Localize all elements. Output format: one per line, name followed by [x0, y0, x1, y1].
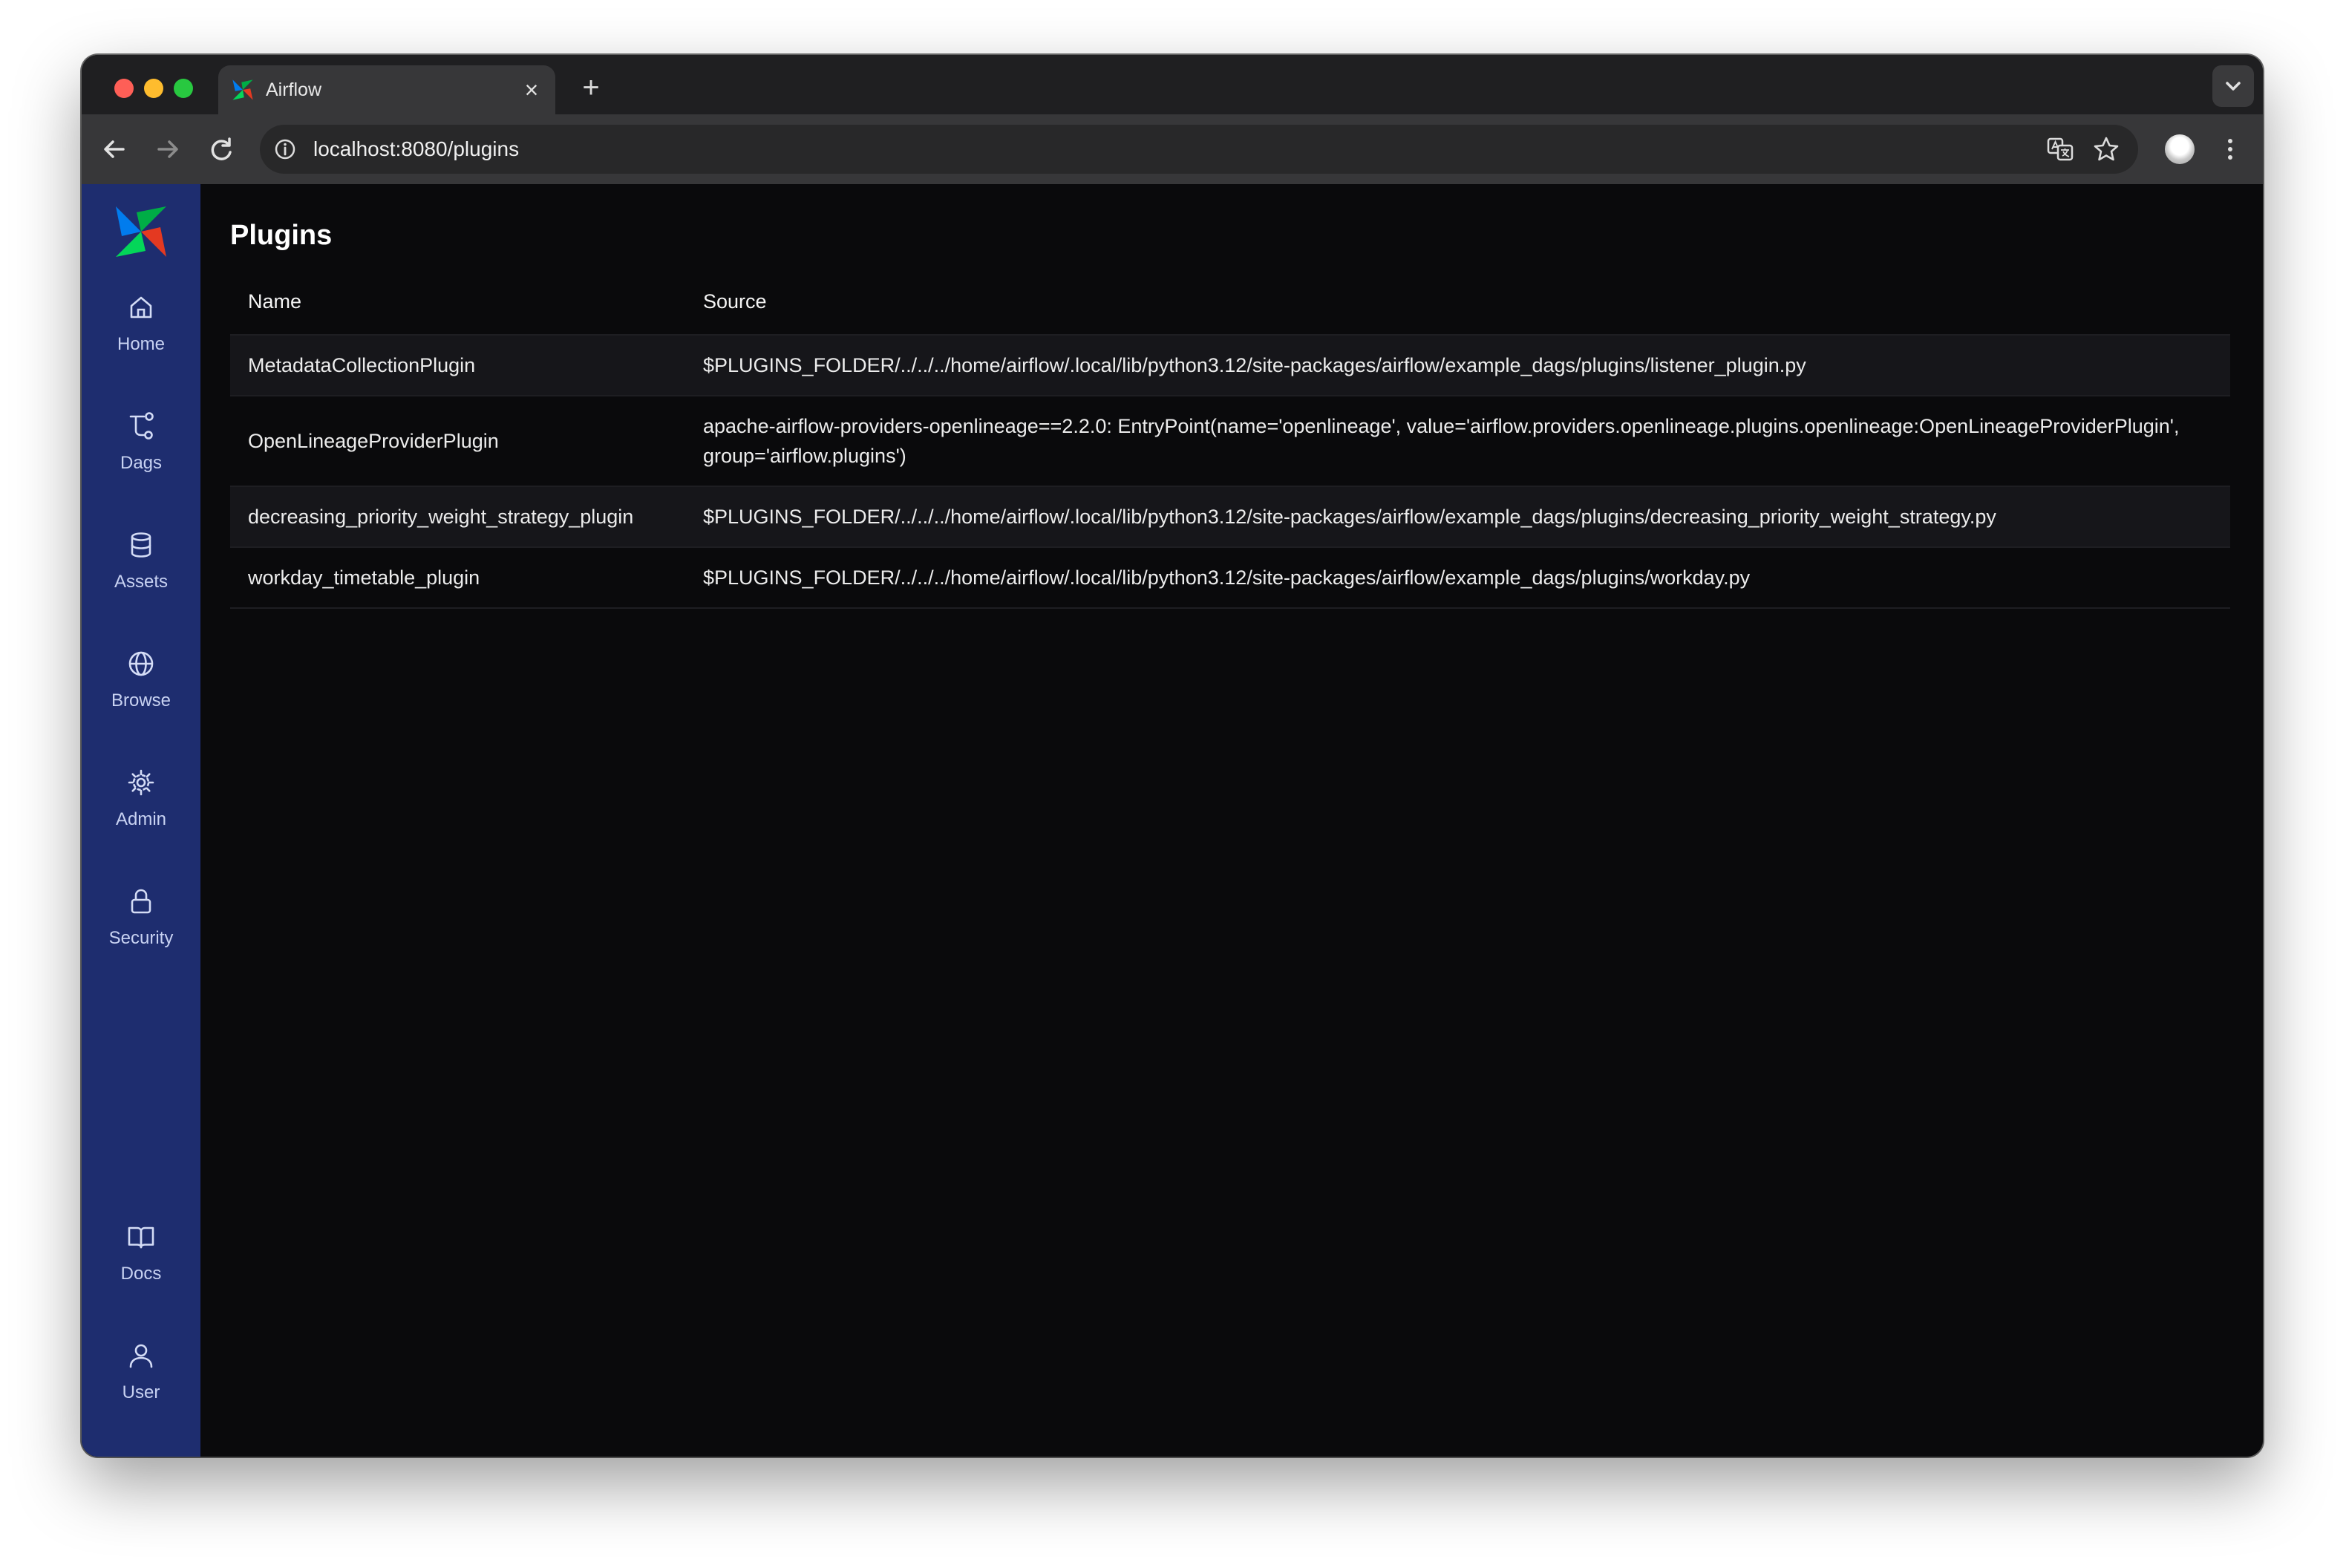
plugin-name-cell: decreasing_priority_weight_strategy_plug…	[230, 486, 685, 548]
tab-search-button[interactable]	[2212, 65, 2254, 107]
table-row: OpenLineageProviderPlugin apache-airflow…	[230, 396, 2230, 487]
sidebar-item-admin[interactable]: Admin	[82, 768, 200, 857]
reload-icon[interactable]	[203, 131, 239, 167]
bookmark-star-icon[interactable]	[2092, 135, 2120, 163]
sidebar-item-label: Dags	[120, 453, 163, 473]
plugin-source-cell: $PLUGINS_FOLDER/../../../home/airflow/.l…	[685, 335, 2230, 396]
back-arrow-icon[interactable]	[97, 131, 132, 167]
table-header-row: Name Source	[230, 269, 2230, 336]
sidebar-item-label: Docs	[120, 1264, 162, 1284]
sidebar-item-docs[interactable]: Docs	[82, 1222, 200, 1311]
tab-title: Airflow	[266, 79, 322, 100]
plugin-source-cell: apache-airflow-providers-openlineage==2.…	[685, 396, 2230, 487]
address-bar[interactable]: localhost:8080/plugins	[260, 125, 2138, 174]
sidebar-item-assets[interactable]: Assets	[82, 530, 200, 619]
translate-icon[interactable]	[2046, 135, 2074, 163]
page-title: Plugins	[230, 220, 333, 251]
gear-icon	[128, 769, 154, 796]
globe-icon	[128, 651, 154, 676]
airflow-app: Home Dags Assets Browse Admin Security D…	[82, 184, 2263, 1457]
plugin-name-cell: MetadataCollectionPlugin	[230, 335, 685, 396]
sidebar-item-label: User	[122, 1382, 160, 1402]
home-icon	[130, 296, 152, 318]
profile-avatar[interactable]	[2165, 134, 2195, 164]
sidebar-item-label: Browse	[111, 690, 171, 710]
forward-arrow-icon[interactable]	[150, 131, 186, 167]
close-window-button[interactable]	[114, 79, 134, 98]
main-content: Plugins Name Source MetadataCollectionPl…	[230, 184, 2233, 1457]
sidebar: Home Dags Assets Browse Admin Security D…	[82, 184, 200, 1457]
table-row: workday_timetable_plugin $PLUGINS_FOLDER…	[230, 547, 2230, 609]
plugin-name-cell: workday_timetable_plugin	[230, 547, 685, 609]
airflow-logo-icon[interactable]	[111, 202, 171, 261]
sidebar-item-label: Assets	[114, 572, 169, 592]
table-row: decreasing_priority_weight_strategy_plug…	[230, 486, 2230, 548]
dags-icon	[129, 412, 154, 440]
zoom-window-button[interactable]	[174, 79, 193, 98]
column-header-source[interactable]: Source	[685, 269, 2230, 336]
plugin-source-cell: $PLUGINS_FOLDER/../../../home/airflow/.l…	[685, 486, 2230, 548]
browser-menu-icon[interactable]	[2215, 134, 2245, 164]
sidebar-item-browse[interactable]: Browse	[82, 649, 200, 738]
url-text: localhost:8080/plugins	[313, 137, 520, 160]
table-row: MetadataCollectionPlugin $PLUGINS_FOLDER…	[230, 335, 2230, 396]
minimize-window-button[interactable]	[144, 79, 163, 98]
database-icon	[131, 532, 151, 558]
sidebar-item-label: Home	[117, 334, 166, 354]
tab-close-icon[interactable]: ×	[518, 76, 545, 103]
sidebar-item-security[interactable]: Security	[82, 886, 200, 976]
chevron-down-icon	[2226, 82, 2241, 91]
sidebar-item-label: Security	[108, 928, 174, 948]
plugin-source-cell: $PLUGINS_FOLDER/../../../home/airflow/.l…	[685, 547, 2230, 609]
sidebar-item-label: Admin	[115, 809, 167, 829]
plugins-table: Name Source MetadataCollectionPlugin $PL…	[230, 269, 2230, 609]
browser-tab-airflow[interactable]: Airflow ×	[218, 65, 555, 114]
browser-window: Airflow × + localhost:8080/plugins Home …	[82, 55, 2263, 1457]
book-icon	[128, 1226, 154, 1249]
user-icon	[129, 1344, 153, 1368]
sidebar-item-dags[interactable]: Dags	[82, 411, 200, 500]
plugin-name-cell: OpenLineageProviderPlugin	[230, 396, 685, 487]
column-header-name[interactable]: Name	[230, 269, 685, 336]
lock-icon	[131, 889, 151, 914]
sidebar-item-home[interactable]: Home	[82, 293, 200, 382]
tab-strip: Airflow × +	[82, 55, 2263, 114]
new-tab-button[interactable]: +	[575, 71, 607, 104]
airflow-favicon-icon	[232, 79, 253, 100]
sidebar-item-user[interactable]: User	[82, 1341, 200, 1430]
site-info-icon[interactable]	[273, 137, 297, 161]
browser-toolbar: localhost:8080/plugins	[82, 114, 2263, 184]
